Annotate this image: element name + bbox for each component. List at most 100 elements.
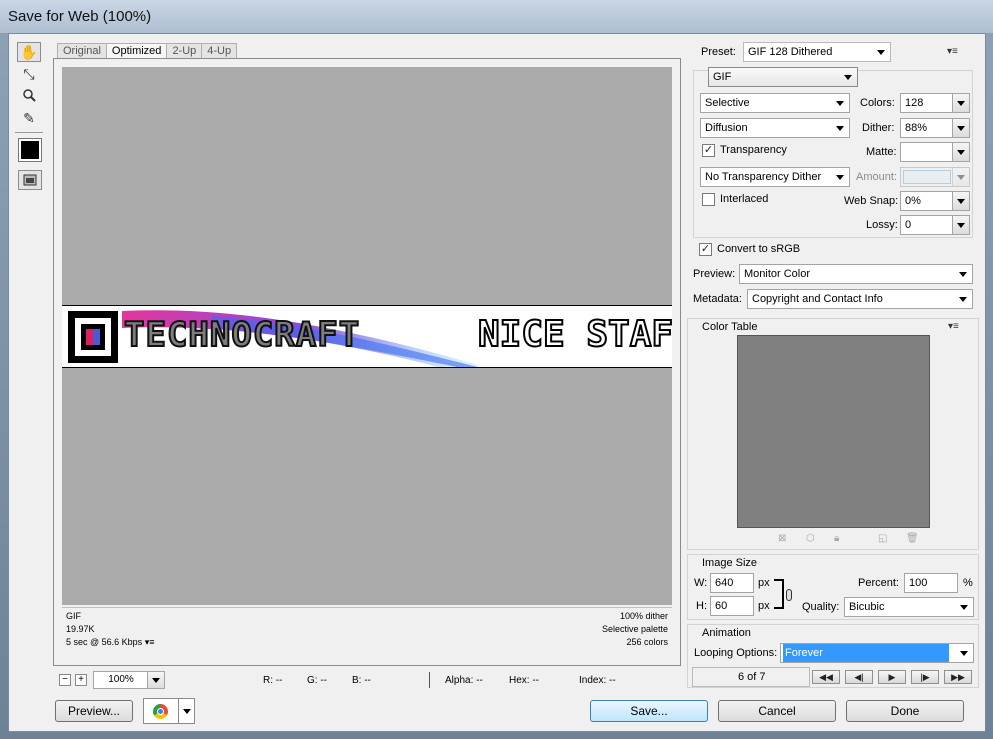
dialog-body: ✋ ⤡ ✎ Original Optimized 2-Up 4-Up TECHN… xyxy=(8,33,986,732)
download-speed-menu-icon[interactable]: ▾≡ xyxy=(145,637,155,647)
window-title: Save for Web (100%) xyxy=(8,8,152,25)
preview-in-browser-button[interactable]: Preview... xyxy=(55,700,133,722)
zoom-in-button[interactable]: + xyxy=(75,674,87,686)
last-frame-button[interactable]: ▶▶ xyxy=(944,670,972,684)
toolbox: ✋ ⤡ ✎ xyxy=(15,40,45,200)
format-settings-group: GIF Selective Colors: 128 Diffusion Dith… xyxy=(693,67,973,238)
hand-tool-button[interactable]: ✋ xyxy=(17,42,41,62)
lossy-label: Lossy: xyxy=(866,219,898,231)
logo-text: TECHNOCRAFT xyxy=(123,315,361,355)
lossy-arrow[interactable] xyxy=(952,216,969,234)
height-field[interactable]: 60 xyxy=(710,596,754,616)
readout-b: B: -- xyxy=(352,675,371,686)
readout-index: Index: -- xyxy=(579,675,616,686)
play-button[interactable]: ▶ xyxy=(878,670,906,684)
dither-label: Dither: xyxy=(862,122,895,134)
slice-visibility-icon xyxy=(23,174,37,186)
looping-options-select[interactable]: Forever xyxy=(780,643,974,663)
status-bar: − + 100% R: -- G: -- B: -- Alpha: -- Hex… xyxy=(53,670,681,692)
slice-select-icon: ⤡ xyxy=(23,65,35,82)
metadata-select[interactable]: Copyright and Contact Info xyxy=(747,289,973,309)
preview-canvas[interactable]: TECHNOCRAFT NICE STAFF xyxy=(62,67,672,605)
transparency-dither-arrow xyxy=(833,170,847,184)
settings-panel: Preset: GIF 128 Dithered ▾≡ GIF Selectiv… xyxy=(687,40,979,690)
transparency-dither-select[interactable]: No Transparency Dither xyxy=(700,167,850,187)
tab-2-up[interactable]: 2-Up xyxy=(166,43,203,58)
info-dither: 100% dither xyxy=(619,611,668,621)
lossy-field[interactable]: 0 xyxy=(900,215,970,235)
color-table-swatches[interactable] xyxy=(737,335,930,528)
done-button[interactable]: Done xyxy=(846,700,964,722)
color-table-tools: ⊠ ⬡ 🔒︎ ◱ 🗑︎ xyxy=(778,533,928,545)
optimize-menu-icon[interactable]: ▾≡ xyxy=(947,46,958,57)
transparency-label: Transparency xyxy=(720,144,787,156)
lock-color-icon[interactable]: 🔒︎ xyxy=(834,533,839,544)
width-label: W: xyxy=(694,577,708,589)
zoom-tool-button[interactable] xyxy=(17,86,41,106)
dither-algorithm-select[interactable]: Diffusion xyxy=(700,118,850,138)
map-transparent-icon[interactable]: ⊠ xyxy=(778,533,786,544)
preset-select[interactable]: GIF 128 Dithered xyxy=(743,42,891,62)
first-frame-button[interactable]: ◀◀ xyxy=(812,670,840,684)
chain-link-icon xyxy=(786,589,792,601)
web-shift-icon[interactable]: ⬡ xyxy=(806,533,815,544)
interlaced-checkbox[interactable] xyxy=(702,193,715,206)
save-button[interactable]: Save... xyxy=(590,700,708,722)
zoom-level-select[interactable]: 100% xyxy=(93,671,165,689)
zoom-dropdown-arrow[interactable] xyxy=(147,672,164,688)
constrain-proportions-icon[interactable] xyxy=(774,579,784,609)
colors-label: Colors: xyxy=(860,97,895,109)
info-file-size: 19.97K xyxy=(66,624,95,634)
zoom-out-button[interactable]: − xyxy=(59,674,71,686)
percent-field[interactable]: 100 xyxy=(904,573,958,593)
amount-label: Amount: xyxy=(856,171,897,183)
eyedropper-tool-button[interactable]: ✎ xyxy=(17,108,41,128)
transparency-checkbox[interactable]: ✓ xyxy=(702,144,715,157)
frame-counter: 6 of 7 xyxy=(738,671,766,683)
previous-frame-button[interactable]: ◀| xyxy=(845,670,873,684)
tag-text: NICE STAFF xyxy=(477,313,672,356)
web-snap-arrow[interactable] xyxy=(952,192,969,210)
preview-color-select[interactable]: Monitor Color xyxy=(739,264,973,284)
tab-original[interactable]: Original xyxy=(57,43,107,58)
convert-srgb-checkbox[interactable]: ✓ xyxy=(699,243,712,256)
tab-4-up[interactable]: 4-Up xyxy=(201,43,238,58)
width-field[interactable]: 640 xyxy=(710,573,754,593)
looping-dropdown-arrow xyxy=(957,646,971,660)
file-format-select[interactable]: GIF xyxy=(708,67,858,87)
image-size-panel: Image Size W: 640 px H: 60 px Percent: 1… xyxy=(687,554,979,620)
color-table-menu-icon[interactable]: ▾≡ xyxy=(948,321,959,332)
browser-select[interactable] xyxy=(143,698,195,724)
animation-title: Animation xyxy=(702,627,751,639)
browser-dropdown-arrow[interactable] xyxy=(178,699,194,723)
matte-label: Matte: xyxy=(866,146,897,158)
matte-select[interactable] xyxy=(900,142,970,162)
new-color-icon[interactable]: ◱ xyxy=(878,533,887,544)
save-for-web-window: Save for Web (100%) ✋ ⤡ ✎ Original Optim… xyxy=(0,0,993,739)
matte-dropdown-arrow[interactable] xyxy=(952,143,969,161)
quality-select[interactable]: Bicubic xyxy=(844,597,974,617)
color-swatch-fill xyxy=(21,141,39,159)
browser-icon xyxy=(153,704,168,719)
animation-panel: Animation Looping Options: Forever 6 of … xyxy=(687,624,979,688)
delete-color-icon[interactable]: 🗑︎ xyxy=(906,533,919,544)
tab-optimized[interactable]: Optimized xyxy=(105,43,168,58)
next-frame-button[interactable]: |▶ xyxy=(911,670,939,684)
view-tabs: Original Optimized 2-Up 4-Up xyxy=(57,43,238,58)
color-reduction-select[interactable]: Selective xyxy=(700,93,850,113)
optimization-info: GIF 19.97K 5 sec @ 56.6 Kbps ▾≡ 100% dit… xyxy=(62,607,672,659)
slice-select-tool-button[interactable]: ⤡ xyxy=(17,64,41,84)
preview-frame: TECHNOCRAFT NICE STAFF GIF 19.97K 5 sec … xyxy=(53,58,681,666)
dither-field[interactable]: 88% xyxy=(900,118,970,138)
web-snap-field[interactable]: 0% xyxy=(900,191,970,211)
colors-field[interactable]: 128 xyxy=(900,93,970,113)
eyedropper-color-swatch[interactable] xyxy=(18,138,42,162)
animation-controls: ◀◀ ◀| ▶ |▶ ▶▶ xyxy=(812,670,972,684)
hand-icon: ✋ xyxy=(20,43,38,60)
percent-label: Percent: xyxy=(858,577,899,589)
colors-dropdown-arrow[interactable] xyxy=(952,94,969,112)
toggle-slices-button[interactable] xyxy=(18,170,42,190)
dither-amount-arrow[interactable] xyxy=(952,119,969,137)
cancel-button[interactable]: Cancel xyxy=(718,700,836,722)
web-snap-label: Web Snap: xyxy=(844,195,899,207)
